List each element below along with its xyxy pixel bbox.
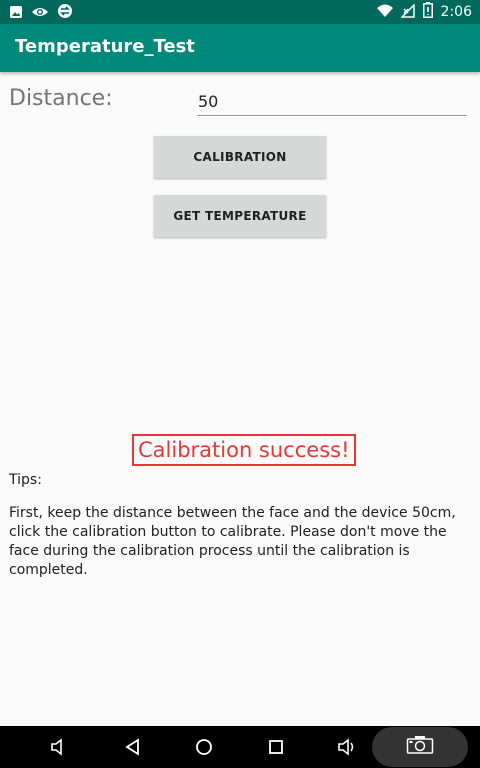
volume-up-icon[interactable]: [336, 735, 360, 759]
back-icon[interactable]: [121, 735, 145, 759]
battery-icon: [422, 2, 433, 22]
volume-down-icon[interactable]: [47, 735, 71, 759]
distance-input[interactable]: [197, 88, 467, 116]
image-icon: [9, 4, 23, 23]
status-notifications: [9, 3, 73, 23]
app-bar: Temperature_Test: [0, 24, 480, 72]
navigation-bar: [0, 726, 480, 768]
get-temperature-button[interactable]: GET TEMPERATURE: [154, 195, 326, 237]
status-time: 2:06: [440, 4, 472, 20]
app-title: Temperature_Test: [15, 36, 195, 57]
wifi-icon: [376, 3, 393, 22]
calibration-status-message: Calibration success!: [132, 434, 356, 466]
screenshot-button[interactable]: [372, 727, 468, 767]
home-icon[interactable]: [192, 735, 216, 759]
calibration-button[interactable]: CALIBRATION: [154, 136, 326, 178]
status-system: 2:06: [376, 2, 472, 22]
screenshot-icon: [406, 735, 434, 759]
tips-label: Tips:: [9, 472, 42, 488]
status-bar: 2:06: [0, 0, 480, 24]
no-signal-icon: [399, 2, 415, 22]
eye-icon: [31, 4, 49, 23]
distance-label: Distance:: [9, 86, 113, 111]
recents-icon[interactable]: [264, 735, 288, 759]
tips-text: First, keep the distance between the fac…: [9, 505, 456, 578]
remote-icon: [57, 3, 73, 23]
